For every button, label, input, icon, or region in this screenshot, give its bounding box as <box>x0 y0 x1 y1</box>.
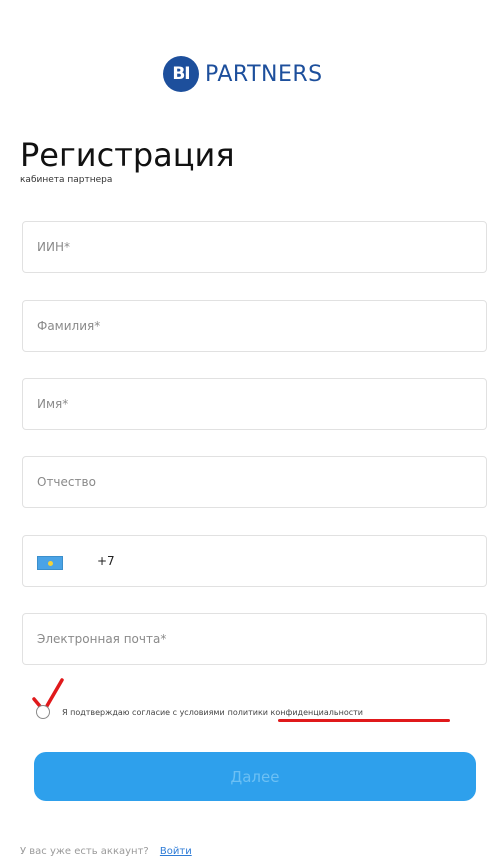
patronymic-input[interactable] <box>23 457 486 507</box>
surname-field[interactable] <box>22 300 487 352</box>
next-button[interactable]: Далее <box>34 752 476 801</box>
phone-field[interactable]: +7 <box>22 535 487 587</box>
iin-input[interactable] <box>23 222 486 272</box>
footer-login-prompt: У вас уже есть аккаунт? Войти <box>20 846 192 857</box>
patronymic-field[interactable] <box>22 456 487 508</box>
first-name-input[interactable] <box>23 379 486 429</box>
email-input[interactable] <box>23 614 486 664</box>
logo-badge: BI <box>163 56 199 92</box>
phone-country-code: +7 <box>97 554 115 568</box>
privacy-policy-link[interactable]: политики конфиденциальности <box>228 708 363 717</box>
page-title: Регистрация <box>20 136 235 174</box>
brand-logo: BI PARTNERS <box>163 56 323 92</box>
consent-text: Я подтверждаю согласие с условиями <box>62 707 225 717</box>
logo-text: PARTNERS <box>205 61 323 87</box>
email-field[interactable] <box>22 613 487 665</box>
phone-input[interactable] <box>119 536 479 586</box>
consent-row: Я подтверждаю согласие с условиями полит… <box>36 705 363 719</box>
red-underline-annotation <box>278 719 450 722</box>
iin-field[interactable] <box>22 221 487 273</box>
consent-checkbox[interactable] <box>36 705 50 719</box>
login-link[interactable]: Войти <box>160 846 192 857</box>
surname-input[interactable] <box>23 301 486 351</box>
kazakhstan-flag-icon[interactable] <box>37 556 63 570</box>
footer-question: У вас уже есть аккаунт? <box>20 846 149 857</box>
first-name-field[interactable] <box>22 378 487 430</box>
page-subtitle: кабинета партнера <box>20 175 113 185</box>
